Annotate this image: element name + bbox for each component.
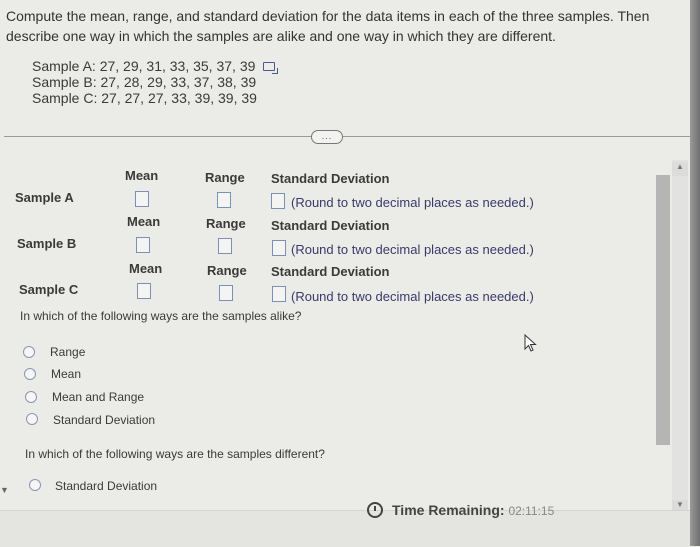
- alike-option-mean-and-range[interactable]: Mean and Range: [52, 390, 144, 404]
- alike-radio-sd[interactable]: [26, 413, 38, 425]
- scrollbar-thumb[interactable]: [656, 175, 670, 445]
- sample-c-label: Sample C: [19, 282, 79, 297]
- round-note-b: (Round to two decimal places as needed.): [291, 242, 534, 257]
- sample-a-data: Sample A: 27, 29, 31, 33, 35, 37, 39: [32, 58, 279, 74]
- footer-bar: [0, 510, 690, 547]
- alike-radio-mean[interactable]: [24, 368, 36, 380]
- sample-c-data: Sample C: 27, 27, 27, 33, 39, 39, 39: [32, 90, 257, 106]
- caret-down-icon: ▼: [0, 485, 9, 495]
- mouse-cursor-icon: [524, 334, 537, 352]
- alike-radio-mean-and-range[interactable]: [25, 391, 37, 403]
- samples-list: Sample A: 27, 29, 31, 33, 35, 37, 39 Sam…: [32, 58, 279, 106]
- time-remaining-label: Time Remaining:: [392, 502, 505, 518]
- sd-label-c: Standard Deviation: [271, 264, 390, 279]
- range-input-c[interactable]: [219, 285, 233, 301]
- sd-input-b[interactable]: [272, 240, 286, 256]
- sd-input-c[interactable]: [272, 286, 286, 302]
- range-input-a[interactable]: [217, 192, 231, 208]
- round-note-c: (Round to two decimal places as needed.): [291, 289, 534, 304]
- different-option-sd[interactable]: Standard Deviation: [55, 479, 157, 493]
- sd-label-b: Standard Deviation: [271, 218, 390, 233]
- sample-a-label: Sample A: [15, 190, 74, 205]
- mean-input-c[interactable]: [137, 283, 151, 299]
- scrollbar-track[interactable]: [672, 160, 688, 520]
- sample-b-data: Sample B: 27, 28, 29, 33, 37, 38, 39: [32, 74, 257, 90]
- range-label-b: Range: [206, 216, 246, 231]
- time-remaining-value: 02:11:15: [508, 504, 555, 518]
- alike-prompt: In which of the following ways are the s…: [20, 309, 302, 323]
- divider: [4, 136, 690, 137]
- clock-icon: [367, 502, 383, 518]
- mean-label-b: Mean: [127, 214, 161, 229]
- sd-label-a: Standard Deviation: [271, 171, 390, 186]
- more-button[interactable]: ...: [311, 130, 343, 144]
- mean-label-c: Mean: [129, 261, 163, 276]
- scroll-up-arrow-icon[interactable]: ▲: [672, 162, 688, 176]
- sample-b-label: Sample B: [17, 236, 77, 251]
- round-note-a: (Round to two decimal places as needed.): [291, 195, 534, 210]
- range-input-b[interactable]: [218, 238, 232, 254]
- window-edge: [690, 0, 700, 546]
- mean-input-a[interactable]: [135, 191, 149, 207]
- different-prompt: In which of the following ways are the s…: [25, 447, 325, 461]
- alike-radio-range[interactable]: [23, 346, 35, 358]
- different-radio-sd[interactable]: [29, 479, 41, 491]
- range-label-c: Range: [207, 263, 247, 278]
- mean-label-a: Mean: [125, 168, 159, 183]
- range-label-a: Range: [205, 170, 245, 185]
- alike-option-range[interactable]: Range: [50, 345, 85, 359]
- question-text: Compute the mean, range, and standard de…: [6, 8, 650, 44]
- mean-input-b[interactable]: [136, 237, 150, 253]
- sd-input-a[interactable]: [271, 193, 285, 209]
- time-remaining: Time Remaining: 02:11:15: [392, 502, 554, 518]
- copy-icon[interactable]: [263, 61, 279, 74]
- alike-option-sd[interactable]: Standard Deviation: [53, 413, 155, 427]
- alike-option-mean[interactable]: Mean: [51, 367, 81, 381]
